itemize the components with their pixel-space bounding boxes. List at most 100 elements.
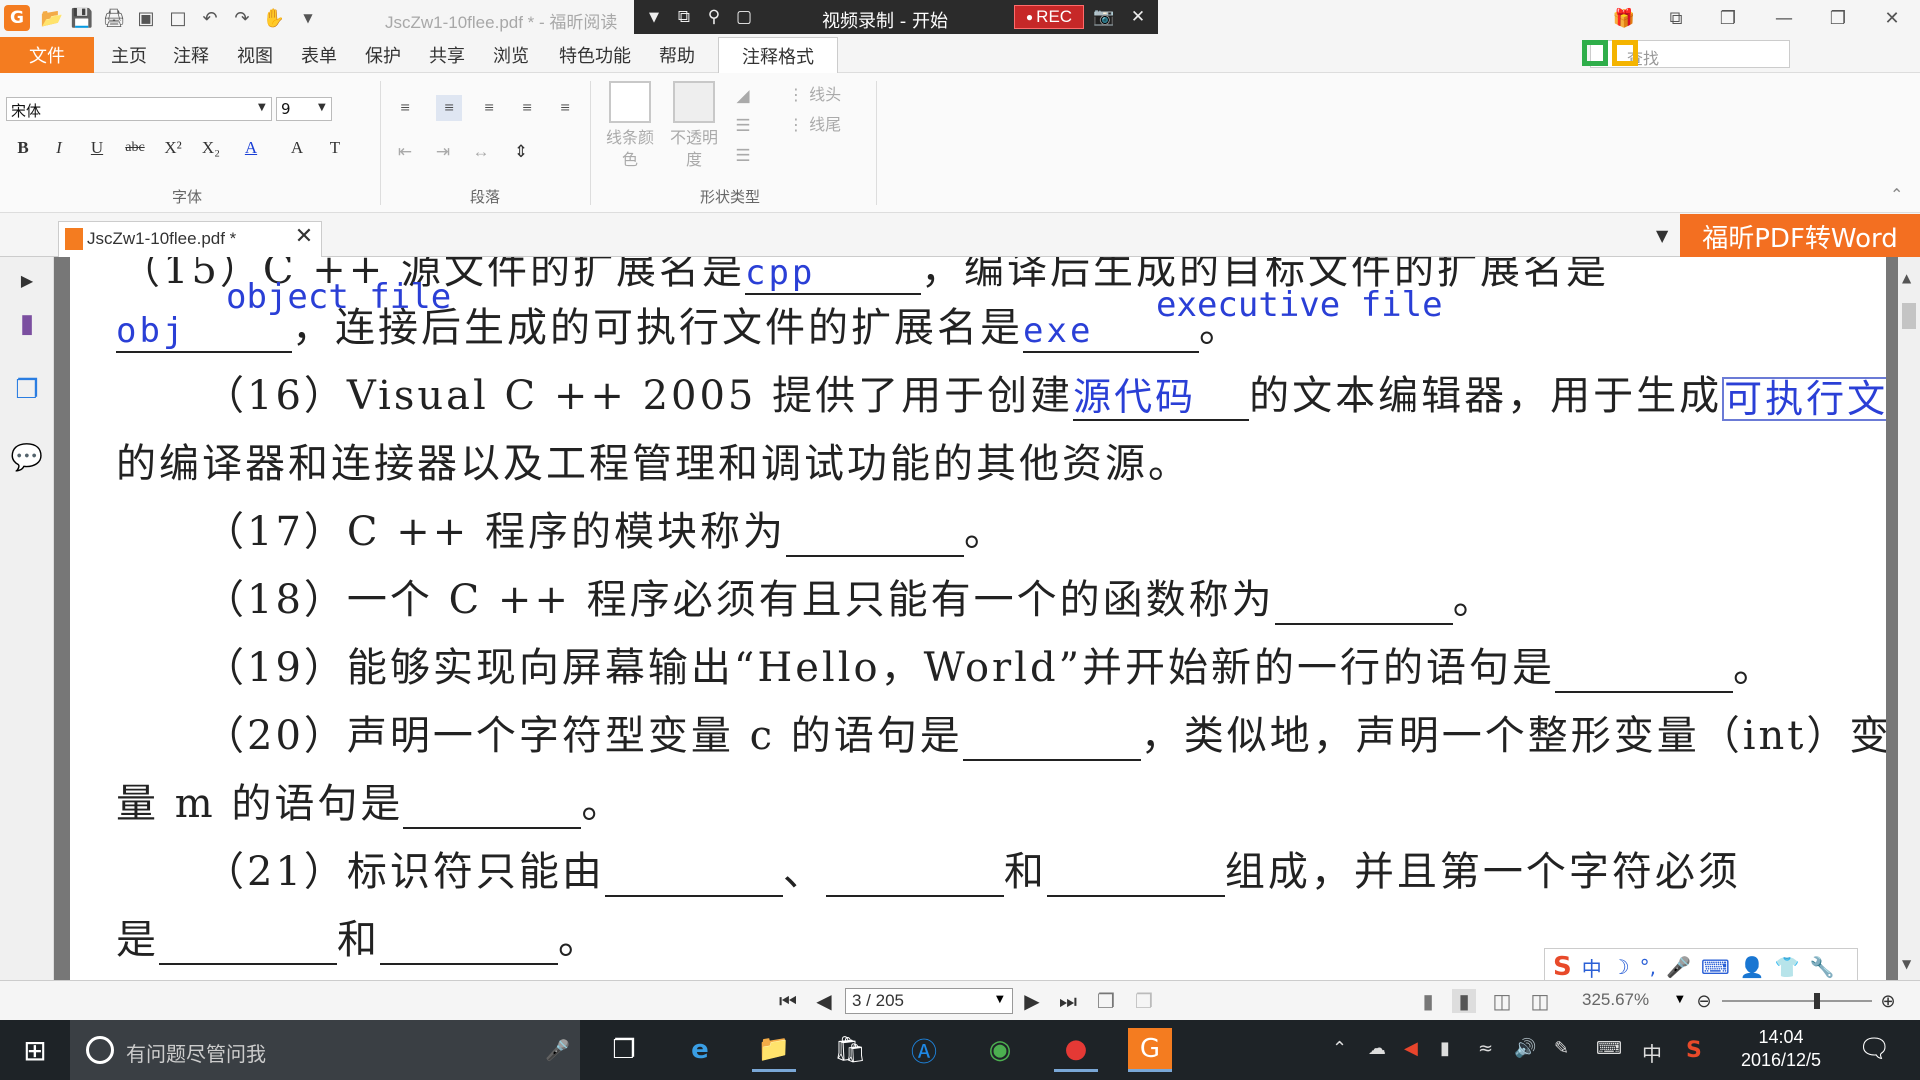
line-style-icon[interactable]: ☰ (730, 143, 756, 169)
edge-browser-icon[interactable]: e (678, 1028, 722, 1072)
convert-to-word-button[interactable]: 福昕PDF转Word (1680, 214, 1920, 258)
hand-tool-icon[interactable]: ✋ (262, 6, 286, 30)
sogou-logo-icon[interactable]: S (1553, 952, 1572, 982)
volume-icon[interactable]: 🔊 (1514, 1038, 1536, 1059)
ime-skin-icon[interactable]: 👕 (1775, 955, 1800, 979)
subscript-icon[interactable]: X₂ (198, 135, 224, 161)
zoom-slider-knob[interactable] (1814, 993, 1820, 1009)
character-spacing-icon[interactable]: ↔ (468, 139, 494, 165)
new-doc-icon[interactable]: □ (166, 6, 190, 30)
align-center-icon[interactable]: ≡ (476, 95, 502, 121)
recorder-zoom-icon[interactable]: ⚲ (702, 5, 726, 29)
close-tab-icon[interactable]: ✕ (292, 224, 316, 249)
superscript-icon[interactable]: X² (160, 135, 186, 161)
ime-keyboard-icon[interactable]: ⌨ (1701, 955, 1730, 979)
restore-icon[interactable]: ❐ (1818, 4, 1858, 32)
open-folder-icon[interactable]: 📂 (40, 6, 64, 30)
continuous-facing-view-icon[interactable]: ◫ (1528, 989, 1552, 1013)
line-spacing-icon[interactable]: ⇕ (508, 139, 534, 165)
cloud-icon[interactable]: ☁ (1368, 1038, 1386, 1059)
input-language-indicator[interactable]: 中 (1642, 1038, 1662, 1067)
menu-view[interactable]: 视图 (230, 37, 280, 73)
collapse-ribbon-icon[interactable]: ⌃ (1890, 185, 1903, 204)
opacity-button[interactable]: 不透明度 (664, 81, 724, 181)
menu-features[interactable]: 特色功能 (552, 37, 638, 73)
show-hidden-icons-icon[interactable]: ⌃ (1332, 1038, 1347, 1059)
rec-button[interactable]: ● REC (1014, 5, 1084, 29)
camera-icon[interactable]: 📷 (1090, 5, 1118, 29)
highlight-text-icon[interactable]: A (284, 135, 310, 161)
menu-comment[interactable]: 注释 (166, 37, 216, 73)
bookmark-icon[interactable]: ▮ (10, 307, 44, 341)
scroll-thumb[interactable] (1902, 303, 1916, 329)
cortana-search-box[interactable]: 有问题尽管问我 (70, 1020, 580, 1080)
minimize-icon[interactable]: — (1764, 4, 1804, 32)
recorder-region-icon[interactable]: ▢ (732, 5, 756, 29)
scan-icon[interactable]: ▣ (134, 6, 158, 30)
size-dropdown-icon[interactable]: ▼ (318, 102, 326, 113)
annotation-executive-file[interactable]: executive file (1156, 285, 1443, 325)
zoom-level[interactable]: 325.67% (1582, 990, 1649, 1010)
answer-executable-file[interactable]: 可执行文件 (1722, 377, 1886, 421)
wifi-icon[interactable]: ≈ (1478, 1038, 1493, 1059)
single-page-view-icon[interactable]: ▮ (1416, 989, 1440, 1013)
previous-page-icon[interactable]: ◀ (812, 989, 836, 1013)
sogou-tray-icon[interactable]: S (1686, 1038, 1702, 1063)
fill-color-icon[interactable]: ◢ (730, 83, 756, 109)
menu-share[interactable]: 共享 (422, 37, 472, 73)
font-color-icon[interactable]: A (238, 135, 264, 161)
text-style-icon[interactable]: T (322, 135, 348, 161)
ime-moon-icon[interactable]: ☽ (1612, 955, 1630, 979)
menu-home[interactable]: 主页 (104, 37, 154, 73)
indent-increase-icon[interactable]: ⇥ (430, 139, 456, 165)
browser-360-icon[interactable]: ◉ (978, 1028, 1022, 1072)
fullscreen-icon[interactable]: ❐ (1708, 4, 1748, 32)
previous-view-icon[interactable]: ❐ (1094, 989, 1118, 1013)
menu-form[interactable]: 表单 (294, 37, 344, 73)
strikethrough-icon[interactable]: abc (122, 135, 148, 161)
menu-protect[interactable]: 保护 (358, 37, 408, 73)
line-end-button[interactable]: ⋮ 线尾 (788, 111, 841, 135)
pages-thumbnail-icon[interactable]: ❐ (10, 373, 44, 407)
line-color-button[interactable]: 线条颜色 (600, 81, 660, 181)
ime-settings-icon[interactable]: 🔧 (1810, 955, 1835, 979)
continuous-view-icon[interactable]: ▮ (1452, 989, 1476, 1013)
task-view-icon[interactable]: ❐ (602, 1028, 646, 1072)
scroll-up-icon[interactable]: ▲ (1902, 271, 1911, 285)
file-explorer-icon[interactable]: 📁 (752, 1028, 796, 1072)
tab-list-dropdown-icon[interactable]: ▼ (1656, 226, 1668, 245)
zoom-in-icon[interactable]: ⊕ (1876, 989, 1900, 1013)
menu-browse[interactable]: 浏览 (486, 37, 536, 73)
bullet-list-icon[interactable]: ≡ (392, 95, 418, 121)
zoom-out-icon[interactable]: ⊖ (1692, 989, 1716, 1013)
menu-help[interactable]: 帮助 (652, 37, 702, 73)
battery-icon[interactable]: ▮ (1440, 1038, 1450, 1059)
gift-icon[interactable]: 🎁 (1604, 4, 1644, 32)
foxit-logo-icon[interactable]: G (4, 5, 30, 31)
share-icon[interactable]: ⧉ (1656, 4, 1696, 32)
menu-file[interactable]: 文件 (0, 37, 94, 73)
line-start-button[interactable]: ⋮ 线头 (788, 81, 841, 105)
document-viewer[interactable]: （15）C ++ 源文件的扩展名是cpp ，编译后生成的目标文件的扩展名是 obj… (54, 257, 1898, 980)
vertical-scrollbar[interactable]: ▲ ▼ (1898, 257, 1920, 980)
recorder-menu-icon[interactable]: ▼ (642, 5, 666, 29)
zoom-slider[interactable] (1722, 993, 1872, 1009)
ime-punctuation-icon[interactable]: °, (1640, 955, 1656, 979)
line-width-icon[interactable]: ☰ (730, 113, 756, 139)
tab-annotation-format[interactable]: 注释格式 (718, 37, 838, 74)
foxit-reader-taskbar-icon[interactable]: G (1128, 1028, 1172, 1072)
system-clock[interactable]: 14:04 2016/12/5 (1726, 1026, 1836, 1072)
redo-icon[interactable]: ↷ (230, 6, 254, 30)
facing-view-icon[interactable]: ◫ (1490, 989, 1514, 1013)
recorder-close-icon[interactable]: ✕ (1124, 5, 1152, 29)
align-left-icon[interactable]: ≡ (436, 95, 462, 121)
scroll-down-icon[interactable]: ▼ (1902, 957, 1911, 971)
start-windows-icon[interactable]: ⊞ (0, 1020, 70, 1080)
font-dropdown-icon[interactable]: ▼ (258, 102, 266, 113)
undo-icon[interactable]: ↶ (198, 6, 222, 30)
microphone-icon[interactable]: 🎤 (545, 1038, 570, 1062)
next-page-icon[interactable]: ▶ (1020, 989, 1044, 1013)
first-page-icon[interactable]: ⏮ (776, 989, 800, 1013)
store-icon[interactable]: 🛍 (828, 1028, 872, 1072)
app-l-icon[interactable]: Ⓐ (902, 1028, 946, 1072)
